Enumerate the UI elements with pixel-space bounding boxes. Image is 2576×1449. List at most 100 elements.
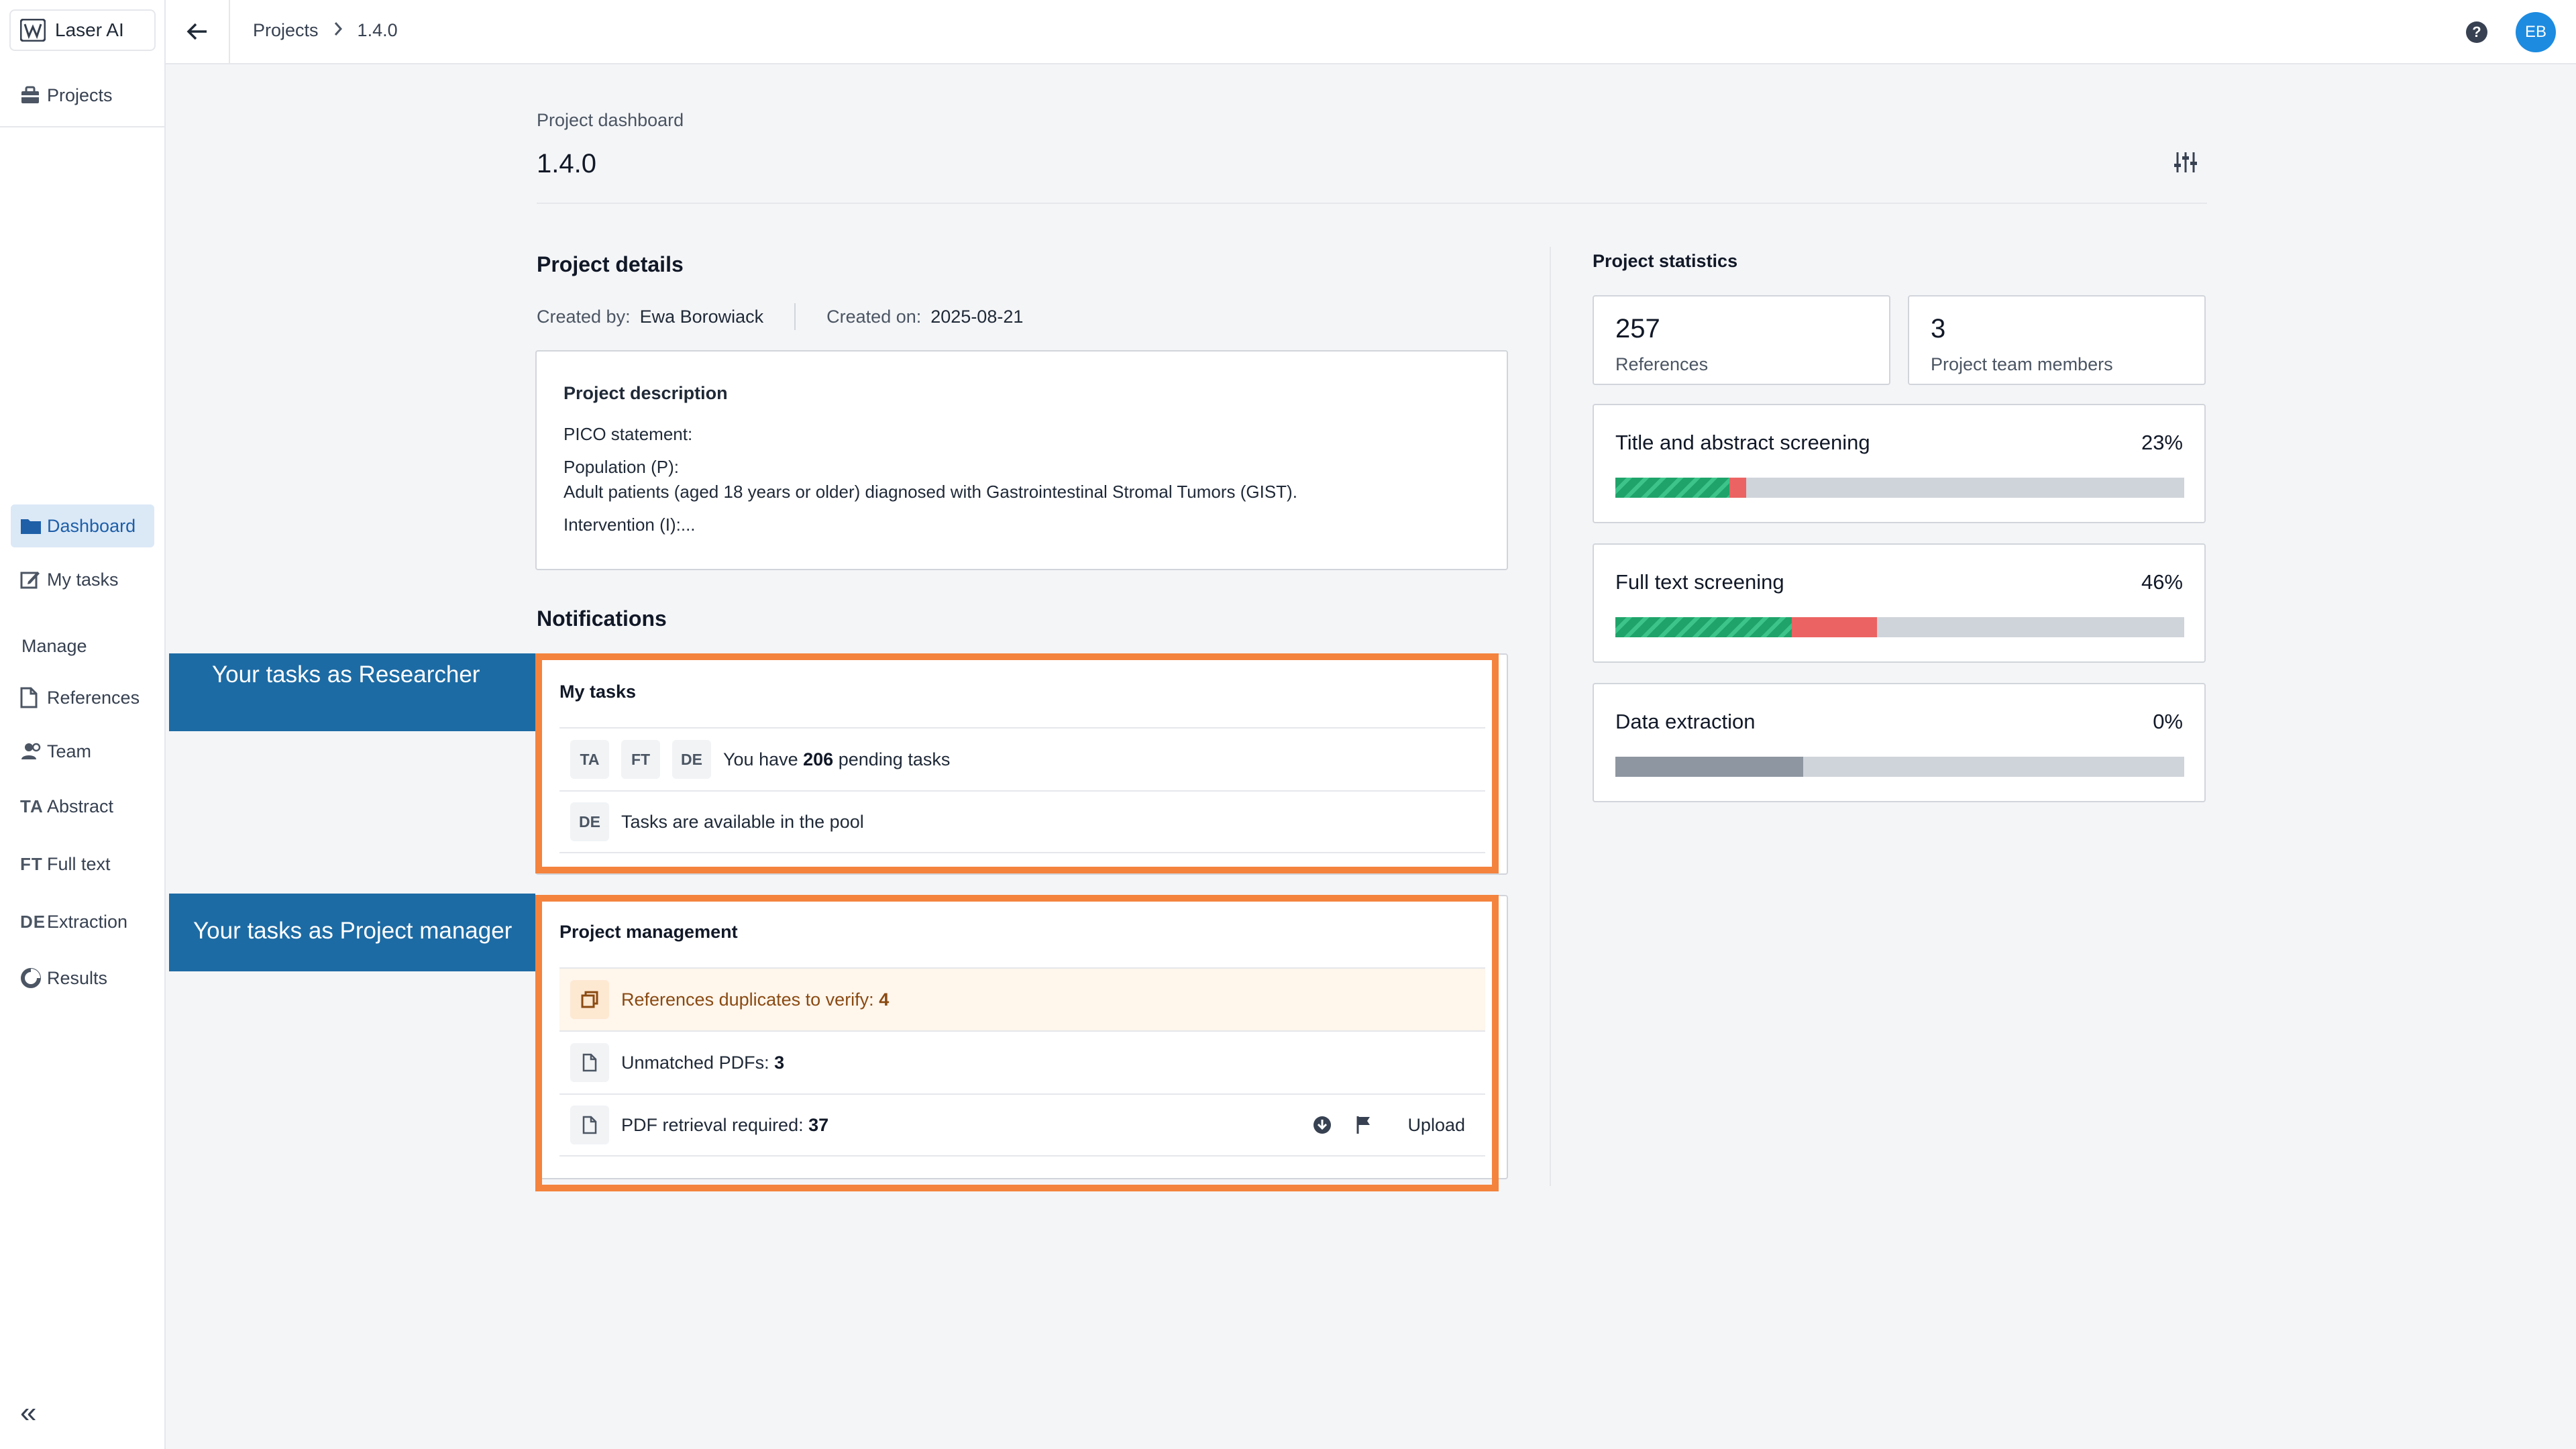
app-name: Laser AI	[55, 19, 124, 40]
pending-count: 206	[803, 749, 834, 769]
duplicates-count: 4	[879, 989, 890, 1010]
pending-suffix: pending tasks	[838, 749, 951, 769]
breadcrumb-projects-link[interactable]: Projects	[253, 20, 319, 41]
upload-button[interactable]: Upload	[1407, 1115, 1465, 1136]
project-management-panel: Project management References duplicates…	[535, 895, 1508, 1179]
unmatched-label: Unmatched PDFs:	[621, 1052, 769, 1073]
arrow-left-icon	[186, 23, 207, 40]
page-title: 1.4.0	[537, 149, 596, 178]
sidebar-item-label: Extraction	[47, 911, 128, 932]
sidebar-item-label: My tasks	[47, 569, 119, 590]
stage-percent: 0%	[2153, 710, 2183, 733]
header-divider	[537, 203, 2207, 204]
sidebar-item-dashboard[interactable]: Dashboard	[11, 504, 154, 547]
created-on-label: Created on:	[826, 306, 922, 327]
pending-tasks-row[interactable]: TA FT DE You have 206 pending tasks	[559, 727, 1485, 790]
task-chip-ft: FT	[621, 740, 660, 779]
sidebar-item-team[interactable]: Team	[11, 730, 154, 773]
sidebar-item-label: References	[47, 687, 140, 708]
pool-text: Tasks are available in the pool	[621, 811, 864, 832]
retrieval-count: 37	[808, 1114, 829, 1135]
folder-icon	[20, 517, 47, 535]
duplicates-row[interactable]: References duplicates to verify: 4	[559, 967, 1485, 1030]
meta-divider	[794, 303, 796, 330]
unmatched-count: 3	[774, 1052, 785, 1073]
description-line: Intervention (I):...	[564, 515, 696, 535]
sidebar-item-extraction[interactable]: DE Extraction	[11, 900, 154, 943]
sidebar-item-results[interactable]: Results	[11, 957, 154, 1000]
team-count: 3	[1931, 314, 1946, 343]
ft-abbr-icon: FT	[20, 853, 43, 874]
task-chip-de: DE	[570, 802, 609, 841]
sidebar-item-projects[interactable]: Projects	[11, 74, 154, 117]
top-bar: Projects 1.4.0 ? EB	[166, 0, 2576, 64]
sidebar-divider	[0, 126, 164, 127]
breadcrumb-current: 1.4.0	[357, 20, 398, 40]
description-line: Population (P):	[564, 457, 679, 477]
briefcase-icon	[20, 86, 47, 105]
team-stat-card[interactable]: 3 Project team members	[1908, 295, 2206, 385]
created-by-value: Ewa Borowiack	[639, 306, 764, 327]
edit-icon	[20, 570, 47, 590]
project-description-title: Project description	[564, 383, 728, 403]
breadcrumb: Projects 1.4.0	[253, 20, 398, 41]
stage-progress-bar	[1615, 757, 2184, 777]
sidebar: Laser AI Projects Dashboard My tasks Man…	[0, 0, 166, 1449]
sidebar-item-label: Abstract	[47, 796, 114, 816]
laser-ai-logo-icon	[20, 19, 46, 42]
sidebar-section-manage: Manage	[21, 636, 87, 656]
sliders-settings-icon[interactable]	[2174, 150, 2198, 178]
sidebar-item-label: Dashboard	[47, 515, 136, 536]
callout-researcher-text: Your tasks as Researcher	[212, 661, 480, 688]
duplicate-icon	[570, 980, 609, 1019]
chevron-right-icon	[333, 20, 343, 41]
sidebar-item-label: Projects	[47, 85, 113, 105]
user-avatar[interactable]: EB	[2516, 12, 2556, 52]
flag-icon[interactable]	[1355, 1115, 1373, 1135]
app-logo-button[interactable]: Laser AI	[9, 9, 156, 51]
sidebar-item-label: Team	[47, 741, 92, 761]
sidebar-item-label: Results	[47, 967, 108, 988]
stage-card-full-text[interactable]: Full text screening 46%	[1593, 543, 2206, 663]
notifications-title: Notifications	[537, 606, 667, 631]
sidebar-item-my-tasks[interactable]: My tasks	[11, 558, 154, 601]
pending-prefix: You have	[723, 749, 798, 769]
neutral-segment	[1615, 757, 1803, 777]
included-segment	[1615, 617, 1792, 637]
excluded-segment	[1791, 617, 1878, 637]
sidebar-item-abstract[interactable]: TA Abstract	[11, 785, 154, 828]
sidebar-item-references[interactable]: References	[11, 676, 154, 719]
my-tasks-panel: My tasks TA FT DE You have 206 pending t…	[535, 653, 1508, 875]
stage-card-extraction[interactable]: Data extraction 0%	[1593, 683, 2206, 802]
pdf-retrieval-row[interactable]: PDF retrieval required: 37 Upload	[559, 1093, 1485, 1157]
team-icon	[20, 742, 47, 761]
ta-abbr-icon: TA	[20, 796, 44, 816]
download-icon[interactable]	[1312, 1115, 1332, 1135]
document-icon	[20, 687, 47, 708]
created-on-value: 2025-08-21	[930, 306, 1024, 327]
collapse-sidebar-icon[interactable]: «	[20, 1398, 36, 1428]
help-icon[interactable]: ?	[2466, 21, 2487, 43]
team-label: Project team members	[1931, 354, 2113, 374]
results-icon	[20, 967, 47, 989]
task-chip-ta: TA	[570, 740, 609, 779]
stage-progress-bar	[1615, 617, 2184, 637]
retrieval-label: PDF retrieval required:	[621, 1114, 804, 1135]
unmatched-pdfs-row[interactable]: Unmatched PDFs: 3	[559, 1030, 1485, 1093]
pool-tasks-row[interactable]: DE Tasks are available in the pool	[559, 790, 1485, 853]
project-management-title: Project management	[559, 922, 738, 942]
included-segment	[1615, 478, 1729, 498]
document-icon	[570, 1106, 609, 1144]
excluded-segment	[1729, 478, 1747, 498]
back-button[interactable]	[166, 0, 230, 63]
stage-percent: 46%	[2141, 570, 2183, 594]
references-label: References	[1615, 354, 1709, 374]
description-line: PICO statement:	[564, 424, 693, 444]
sidebar-item-label: Full text	[47, 853, 111, 874]
de-abbr-icon: DE	[20, 911, 46, 932]
project-meta: Created by: Ewa Borowiack Created on: 20…	[537, 303, 1023, 330]
references-stat-card[interactable]: 257 References	[1593, 295, 1890, 385]
stage-card-abstract[interactable]: Title and abstract screening 23%	[1593, 404, 2206, 523]
callout-manager-text: Your tasks as Project manager	[193, 918, 513, 944]
sidebar-item-full-text[interactable]: FT Full text	[11, 843, 154, 885]
